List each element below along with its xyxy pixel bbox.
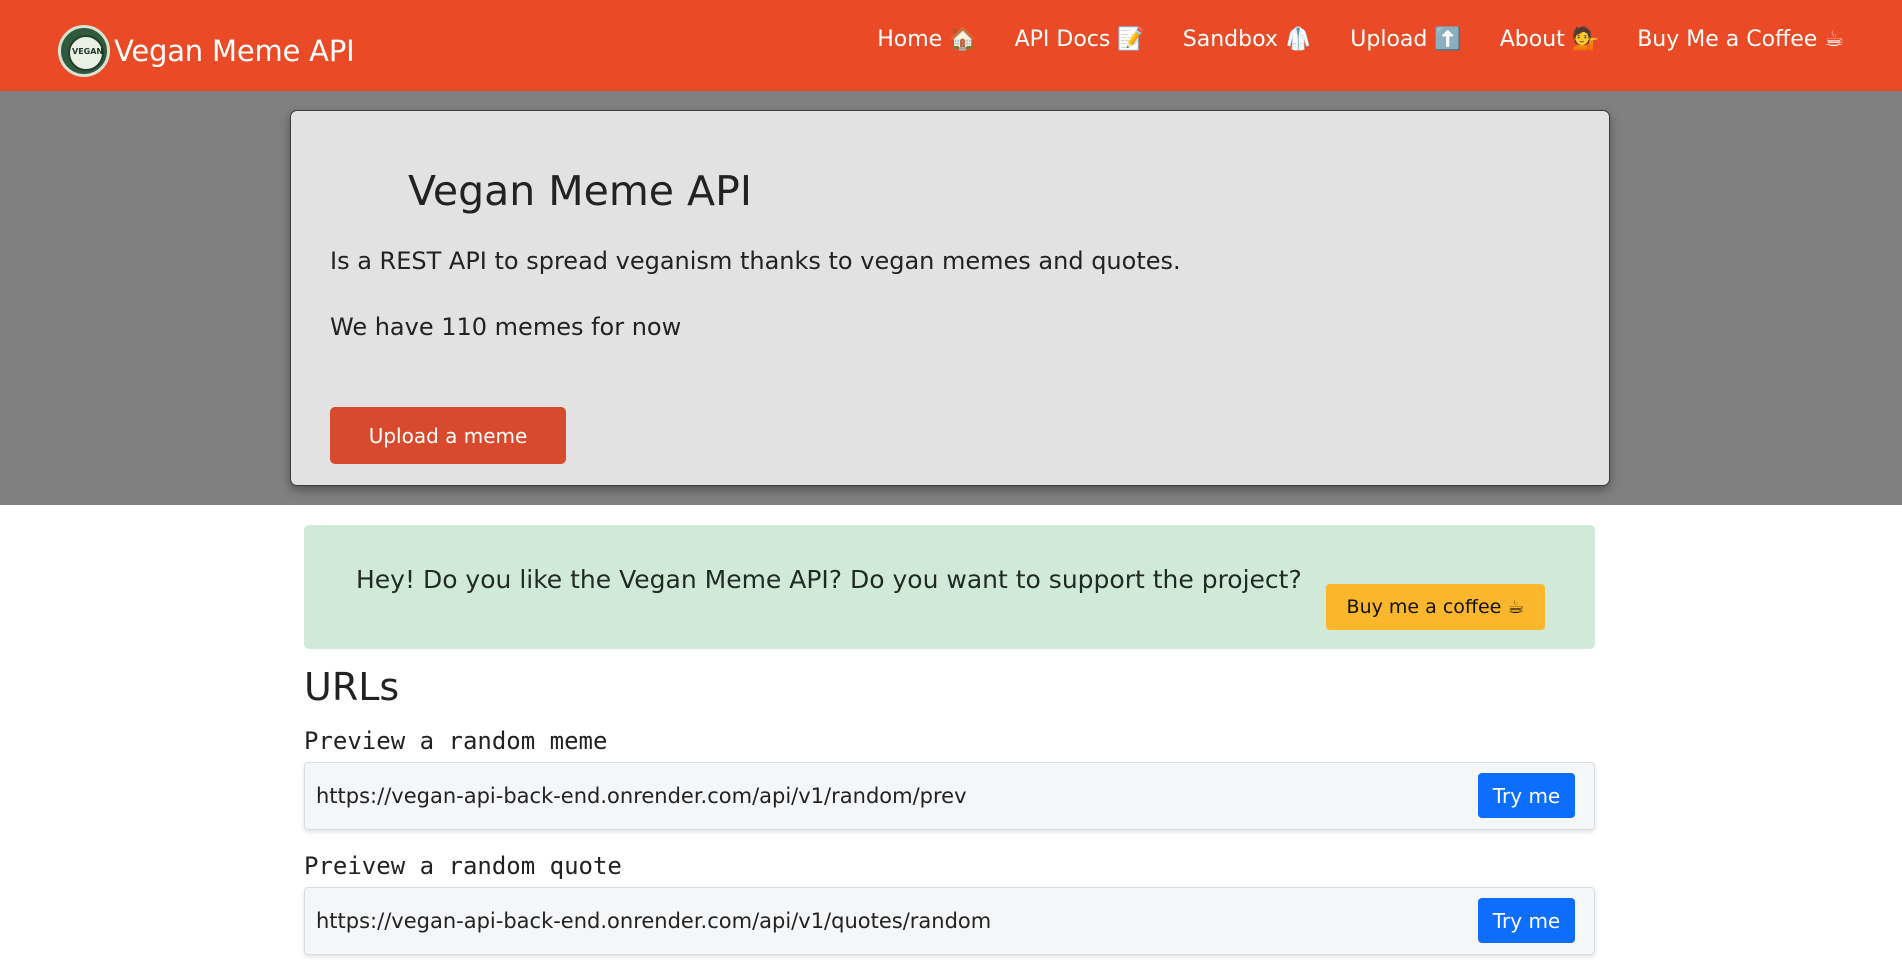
hero-card: Vegan Meme API Is a REST API to spread v…	[290, 110, 1610, 486]
upload-meme-button[interactable]: Upload a meme	[330, 407, 566, 464]
url-text: https://vegan-api-back-end.onrender.com/…	[316, 784, 967, 808]
hero-title: Vegan Meme API	[408, 167, 752, 215]
nav-home[interactable]: Home 🏠	[877, 27, 976, 52]
url-text: https://vegan-api-back-end.onrender.com/…	[316, 909, 992, 933]
url-box-random-meme: https://vegan-api-back-end.onrender.com/…	[304, 762, 1595, 830]
navbar: Vegan Meme API Home 🏠 API Docs 📝 Sandbox…	[0, 0, 1902, 91]
support-text: Hey! Do you like the Vegan Meme API? Do …	[356, 565, 1302, 594]
support-alert: Hey! Do you like the Vegan Meme API? Do …	[304, 525, 1595, 649]
url-label-random-quote: Preivew a random quote	[304, 852, 622, 880]
try-me-button[interactable]: Try me	[1478, 773, 1575, 818]
nav-buy-coffee[interactable]: Buy Me a Coffee ☕	[1637, 27, 1844, 52]
brand-link[interactable]: Vegan Meme API	[58, 24, 355, 78]
brand-title: Vegan Meme API	[114, 34, 355, 68]
urls-heading: URLs	[304, 665, 400, 709]
url-label-random-meme: Preview a random meme	[304, 727, 608, 755]
buy-coffee-button[interactable]: Buy me a coffee ☕	[1326, 584, 1545, 630]
nav-api-docs[interactable]: API Docs 📝	[1015, 27, 1145, 52]
nav-about[interactable]: About 💁	[1500, 27, 1599, 52]
hero-description: Is a REST API to spread veganism thanks …	[330, 247, 1181, 275]
try-me-button[interactable]: Try me	[1478, 898, 1575, 943]
url-box-random-quote: https://vegan-api-back-end.onrender.com/…	[304, 887, 1595, 955]
meme-count: We have 110 memes for now	[330, 313, 682, 341]
main-nav: Home 🏠 API Docs 📝 Sandbox 🥼 Upload ⬆️ Ab…	[877, 27, 1844, 52]
nav-upload[interactable]: Upload ⬆️	[1350, 27, 1461, 52]
vegan-logo	[58, 25, 110, 77]
nav-sandbox[interactable]: Sandbox 🥼	[1183, 27, 1313, 52]
